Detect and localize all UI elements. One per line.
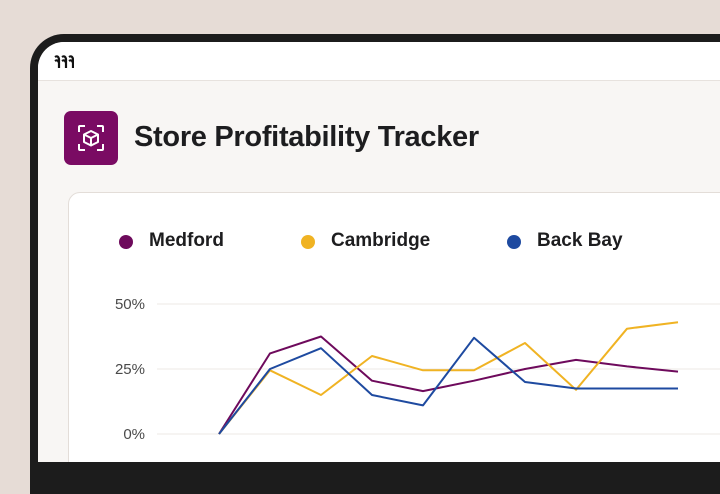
brand-logo-icon[interactable] [54,55,75,74]
y-tick-label: 50% [115,296,145,313]
page-title: Store Profitability Tracker [134,121,479,153]
series-line-cambridge[interactable] [218,321,679,435]
app-screen: Store Profitability Tracker Medford Camb… [38,42,720,462]
app-icon [64,111,118,165]
chart-card: Medford Cambridge Back Bay 0% 25% 50% [68,192,720,462]
line-chart: 0% 25% 50% [115,296,720,443]
chart-grid [157,303,720,435]
y-axis-ticks: 0% 25% 50% [115,296,145,443]
y-tick-label: 25% [115,361,145,378]
box-scan-icon [78,125,104,151]
top-bar [38,42,720,81]
y-tick-label: 0% [123,426,145,443]
chart-series [218,321,679,435]
